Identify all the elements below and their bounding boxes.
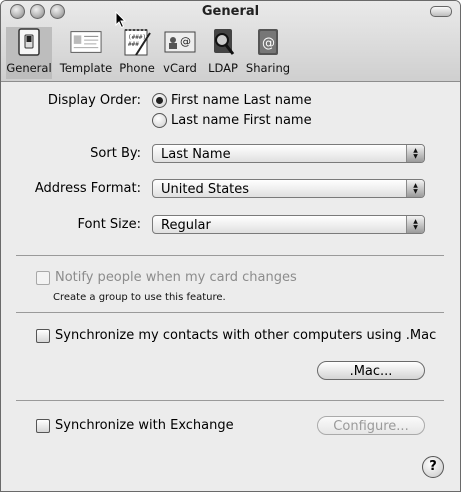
configure-button[interactable]: Configure... xyxy=(317,416,425,435)
toolbar-item-template[interactable]: Template xyxy=(58,27,114,79)
notify-note: Create a group to use this feature. xyxy=(53,292,226,303)
radio-button-icon xyxy=(152,93,167,108)
popup-arrows-icon: ▲ ▼ xyxy=(406,216,424,233)
help-button[interactable]: ? xyxy=(422,456,444,478)
vcard-icon: @ xyxy=(164,27,196,57)
font-size-popup[interactable]: Regular ▲ ▼ xyxy=(152,215,425,234)
font-size-value: Regular xyxy=(161,218,211,233)
svg-text:###: ### xyxy=(128,41,139,48)
toolbar-item-label: LDAP xyxy=(208,61,238,75)
address-format-popup[interactable]: United States ▲ ▼ xyxy=(152,179,425,198)
radio-button-icon xyxy=(152,113,167,128)
toolbar-item-label: vCard xyxy=(163,61,197,75)
sync-mac-checkbox[interactable]: Synchronize my contacts with other compu… xyxy=(36,328,436,343)
radio-label: First name Last name xyxy=(171,93,312,108)
sync-exchange-checkbox[interactable]: Synchronize with Exchange xyxy=(36,418,234,433)
toolbar-item-vcard[interactable]: @ vCard xyxy=(160,27,200,79)
toolbar-item-label: Template xyxy=(59,61,113,75)
general-preferences-pane: Display Order: First name Last name Last… xyxy=(1,82,460,491)
toolbar-item-general[interactable]: General xyxy=(6,27,52,79)
sort-by-popup[interactable]: Last Name ▲ ▼ xyxy=(152,144,425,163)
notify-label: Notify people when my card changes xyxy=(55,270,297,285)
preferences-window: General General Template (###) ### Phone… xyxy=(0,0,461,492)
notify-checkbox[interactable]: Notify people when my card changes xyxy=(36,270,297,285)
display-order-label: Display Order: xyxy=(47,93,141,108)
toolbar-item-label: General xyxy=(6,61,52,75)
toolbar-toggle-button[interactable] xyxy=(430,6,452,17)
mac-button[interactable]: .Mac... xyxy=(317,361,425,380)
checkbox-icon xyxy=(36,270,50,285)
radio-label: Last name First name xyxy=(171,113,312,128)
toolbar-item-label: Sharing xyxy=(245,61,291,75)
phone-notepad-icon: (###) ### xyxy=(121,27,153,57)
radio-first-last[interactable]: First name Last name xyxy=(152,93,312,108)
toolbar-item-sharing[interactable]: @ Sharing xyxy=(246,27,290,79)
radio-last-first[interactable]: Last name First name xyxy=(152,113,312,128)
title-toolbar-area: General General Template (###) ### Phone… xyxy=(1,1,460,82)
toolbar-item-phone[interactable]: (###) ### Phone xyxy=(118,27,156,79)
sync-mac-label: Synchronize my contacts with other compu… xyxy=(55,328,437,343)
popup-arrows-icon: ▲ ▼ xyxy=(406,180,424,197)
checkbox-icon xyxy=(36,418,50,433)
ldap-search-icon xyxy=(207,27,239,57)
checkbox-icon xyxy=(36,328,50,343)
separator xyxy=(16,400,444,401)
toolbar-item-ldap[interactable]: LDAP xyxy=(205,27,241,79)
popup-arrows-icon: ▲ ▼ xyxy=(406,145,424,162)
sync-exchange-label: Synchronize with Exchange xyxy=(55,418,234,433)
window-title: General xyxy=(201,4,260,19)
sort-by-label: Sort By: xyxy=(90,146,141,161)
template-card-icon xyxy=(70,27,102,57)
svg-text:@: @ xyxy=(262,36,275,51)
separator xyxy=(16,255,444,256)
sharing-address-book-icon: @ xyxy=(252,27,284,57)
font-size-label: Font Size: xyxy=(77,217,141,232)
svg-text:@: @ xyxy=(180,35,191,48)
address-format-label: Address Format: xyxy=(34,181,141,196)
separator xyxy=(16,312,444,313)
svg-text:(###): (###) xyxy=(128,34,146,41)
toolbar-item-label: Phone xyxy=(119,61,155,75)
address-format-value: United States xyxy=(161,182,250,197)
sort-by-value: Last Name xyxy=(161,147,231,162)
switch-icon xyxy=(13,27,45,57)
